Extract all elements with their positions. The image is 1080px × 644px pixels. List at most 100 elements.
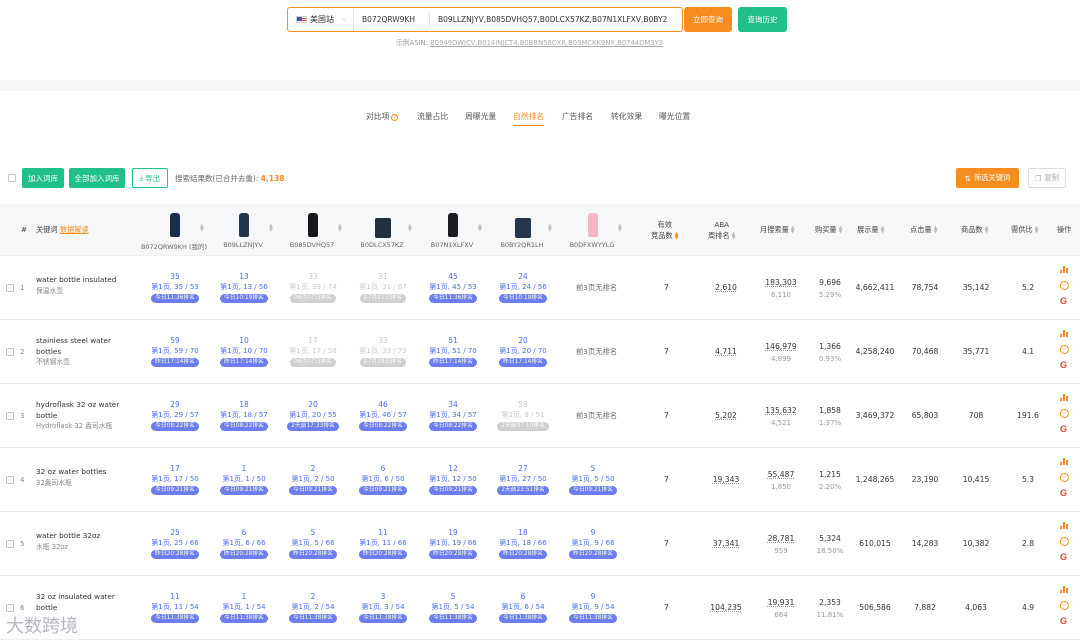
rank-cell[interactable]: 13 第1页, 13 / 56 今日10:19排名 xyxy=(211,272,277,303)
example-asin-links[interactable]: B0949DWJCV,B014INJCT4,B0BRN58CXR,B09MCKK… xyxy=(430,39,663,47)
rank-cell[interactable]: 5 第1页, 5 / 54 今日11:38排名 xyxy=(420,592,486,623)
monthly-search-value[interactable]: 55,487 1,850 xyxy=(756,469,806,493)
keyword-cell[interactable]: 32 oz insulated water bottle xyxy=(36,592,122,613)
aba-rank-value[interactable]: 104,235 xyxy=(703,603,749,612)
keyword-cell[interactable]: stainless steel water bottles 不锈钢水壶 xyxy=(36,336,122,368)
tab-organic-rank[interactable]: 自然排名 xyxy=(513,111,545,126)
col-clicks[interactable]: 点击量 ▲ ▼ xyxy=(910,225,937,235)
sort-icon[interactable]: ▲ ▼ xyxy=(338,224,342,233)
rank-cell[interactable]: 20 第1页, 20 / 55 2天前17:33排名 xyxy=(280,400,346,431)
rank-cell[interactable]: 1 第1页, 1 / 54 今日11:38排名 xyxy=(211,592,277,623)
more-options-icon[interactable]: ··· xyxy=(1060,409,1069,418)
keyword-cell[interactable]: water bottle 32oz 水瓶 32oz xyxy=(36,531,122,552)
keyword-cell[interactable]: 32 oz water bottles 32盎司水瓶 xyxy=(36,467,122,488)
export-button[interactable]: ⤓ 导出 xyxy=(132,168,168,188)
rank-cell[interactable]: 5 第1页, 5 / 66 昨日20:28排名 xyxy=(280,528,346,559)
col-products[interactable]: 商品数 ▲ ▼ xyxy=(961,225,988,235)
col-aba-rank[interactable]: ABA 周排名 ▲ ▼ xyxy=(708,219,735,241)
rank-cell[interactable]: 20 第1页, 20 / 70 昨日17:14排名 xyxy=(490,336,556,367)
filter-keywords-button[interactable]: ⇅ 筛选关键词 xyxy=(956,168,1019,188)
rank-cell[interactable]: 25 第1页, 25 / 66 昨日20:28排名 xyxy=(142,528,208,559)
sort-icon[interactable]: ▲ ▼ xyxy=(618,224,622,233)
monthly-search-number[interactable]: 28,781 xyxy=(768,534,795,543)
more-options-icon[interactable]: ··· xyxy=(1060,473,1069,482)
trend-chart-icon[interactable] xyxy=(1060,266,1069,273)
sort-icon[interactable]: ▲ ▼ xyxy=(732,232,736,241)
google-icon[interactable]: G xyxy=(1060,360,1067,370)
help-icon[interactable]: ? xyxy=(391,114,399,121)
trend-chart-icon[interactable] xyxy=(1060,458,1069,465)
monthly-search-value[interactable]: 135,632 4,521 xyxy=(756,405,806,429)
tab-weekly-exposure[interactable]: 周曝光量 xyxy=(465,111,496,122)
site-select[interactable]: 美国站 ⌵ xyxy=(288,8,354,31)
product-image[interactable] xyxy=(582,210,604,238)
keyword-text[interactable]: water bottle insulated xyxy=(36,275,116,284)
rank-cell[interactable]: 46 第1页, 46 / 57 今日08:22排名 xyxy=(350,400,416,431)
trend-chart-icon[interactable] xyxy=(1060,522,1069,529)
rank-cell[interactable]: 33 第1页, 33 / 74 06月07日排名 xyxy=(280,272,346,303)
rank-cell[interactable]: 11 第1页, 11 / 54 今日11:38排名 xyxy=(142,592,208,623)
tab-traffic-share[interactable]: 流量占比 xyxy=(417,111,448,122)
keyword-text[interactable]: water bottle 32oz xyxy=(36,531,100,540)
rank-cell[interactable]: 24 第1页, 24 / 56 今日10:19排名 xyxy=(490,272,556,303)
tab-exposure-position[interactable]: 曝光位置 xyxy=(659,111,690,122)
sort-icon[interactable]: ▲ ▼ xyxy=(548,224,552,233)
monthly-search-number[interactable]: 146,979 xyxy=(765,342,796,351)
trend-chart-icon[interactable] xyxy=(1060,586,1069,593)
more-options-icon[interactable]: ··· xyxy=(1060,537,1069,546)
rank-cell[interactable]: 11 第1页, 11 / 66 昨日20:28排名 xyxy=(350,528,416,559)
sort-icon[interactable]: ▲ ▼ xyxy=(675,232,679,241)
main-asin-input[interactable]: B072QRW9KH xyxy=(354,12,430,27)
rank-cell[interactable]: 45 第1页, 45 / 53 今日11:36排名 xyxy=(420,272,486,303)
row-checkbox[interactable] xyxy=(6,284,14,292)
keyword-cell[interactable]: water bottle insulated 保温水壶 xyxy=(36,275,122,296)
rank-cell[interactable]: 10 第1页, 10 / 70 昨日17:14排名 xyxy=(211,336,277,367)
select-all-checkbox[interactable] xyxy=(8,174,16,182)
rank-cell[interactable]: 29 第1页, 29 / 57 今日08:22排名 xyxy=(142,400,208,431)
product-image[interactable] xyxy=(512,210,534,238)
google-icon[interactable]: G xyxy=(1060,296,1067,306)
rank-cell[interactable]: 17 第1页, 17 / 50 今日09:21排名 xyxy=(142,464,208,495)
sort-icon[interactable]: ▲ ▼ xyxy=(408,224,412,233)
rank-cell[interactable]: 6 第1页, 6 / 50 今日09:21排名 xyxy=(350,464,416,495)
rank-cell[interactable]: 19 第1页, 19 / 66 昨日20:28排名 xyxy=(420,528,486,559)
query-button[interactable]: 立即查询 xyxy=(684,7,732,32)
monthly-search-number[interactable]: 19,931 xyxy=(768,598,795,607)
google-icon[interactable]: G xyxy=(1060,616,1067,626)
rank-cell[interactable]: 59 第2页, 9 / 51 2天前07:10排名 xyxy=(490,400,556,431)
row-checkbox[interactable] xyxy=(6,540,14,548)
sort-icon[interactable]: ▲ ▼ xyxy=(934,226,938,235)
trend-chart-icon[interactable] xyxy=(1060,394,1069,401)
rank-cell[interactable]: 1 第1页, 1 / 50 今日09:21排名 xyxy=(211,464,277,495)
sort-icon[interactable]: ▲ ▼ xyxy=(1035,226,1039,235)
rank-cell[interactable]: 2 第1页, 2 / 50 今日09:21排名 xyxy=(280,464,346,495)
rank-cell[interactable]: 5 第1页, 5 / 50 今日09:21排名 xyxy=(560,464,626,495)
more-options-icon[interactable]: ··· xyxy=(1060,281,1069,290)
monthly-search-value[interactable]: 19,931 664 xyxy=(756,597,806,621)
rank-cell[interactable]: 2 第1页, 2 / 54 今日11:38排名 xyxy=(280,592,346,623)
keyword-text[interactable]: hydroflask 32 oz water bottle xyxy=(36,400,119,420)
monthly-search-number[interactable]: 55,487 xyxy=(768,470,795,479)
rank-cell[interactable]: 6 第1页, 6 / 66 昨日20:28排名 xyxy=(211,528,277,559)
rank-cell[interactable]: 17 第1页, 17 / 58 06月07日排名 xyxy=(280,336,346,367)
col-impressions[interactable]: 展示量 ▲ ▼ xyxy=(857,225,884,235)
rank-cell[interactable]: 35 第1页, 35 / 53 今日11:36排名 xyxy=(142,272,208,303)
col-purchases[interactable]: 购买量 ▲ ▼ xyxy=(815,225,842,235)
sort-icon[interactable]: ▲ ▼ xyxy=(478,224,482,233)
rank-cell[interactable]: 34 第1页, 34 / 57 今日08:22排名 xyxy=(420,400,486,431)
col-supply-ratio[interactable]: 需供比 ▲ ▼ xyxy=(1011,225,1038,235)
copy-button[interactable]: ❐ 复制 xyxy=(1028,168,1066,188)
sort-icon[interactable]: ▲ ▼ xyxy=(200,224,204,233)
keyword-cell[interactable]: hydroflask 32 oz water bottle Hydroflask … xyxy=(36,400,122,432)
sort-icon[interactable]: ▲ ▼ xyxy=(269,224,273,233)
aba-rank-value[interactable]: 5,202 xyxy=(703,411,749,420)
product-image[interactable] xyxy=(442,210,464,238)
row-checkbox[interactable] xyxy=(6,412,14,420)
row-checkbox[interactable] xyxy=(6,348,14,356)
rank-cell[interactable]: 9 第1页, 9 / 54 今日11:38排名 xyxy=(560,592,626,623)
sort-icon[interactable]: ▲ ▼ xyxy=(791,226,795,235)
monthly-search-number[interactable]: 135,632 xyxy=(765,406,796,415)
row-checkbox[interactable] xyxy=(6,476,14,484)
rank-cell[interactable]: 27 第1页, 27 / 50 2天前23:51排名 xyxy=(490,464,556,495)
more-options-icon[interactable]: ··· xyxy=(1060,601,1069,610)
